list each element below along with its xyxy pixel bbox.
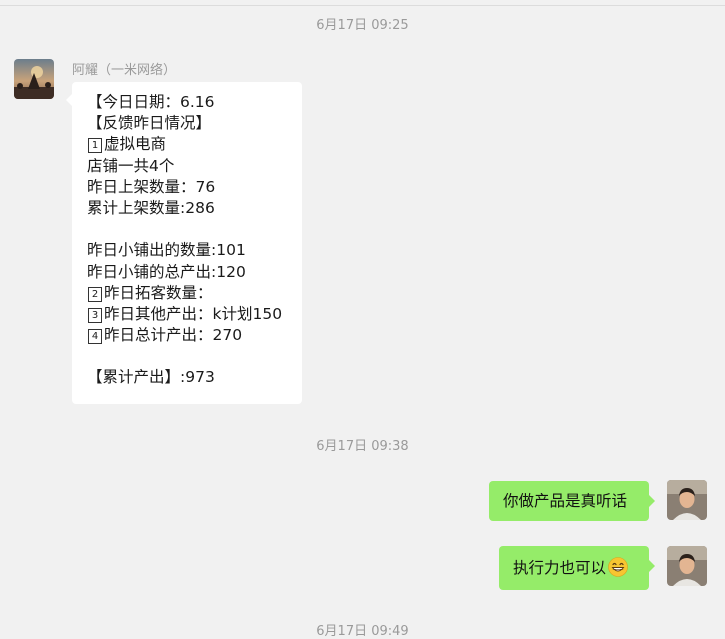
number-keycap-icon: 2 [88, 286, 102, 302]
message-text: 你做产品是真听话 [503, 492, 628, 510]
message-line-text: 店铺一共4个 [87, 156, 175, 175]
sender-avatar[interactable] [14, 59, 54, 99]
message-text: 【今日日期：6.16 【反馈昨日情况】 1 虚拟电商 店铺一共4个 昨日上架数量：76 累计… [87, 92, 294, 389]
message-line: 2 昨日拓客数量： [87, 283, 294, 304]
message-line-text: 昨日总计产出：270 [104, 326, 243, 345]
message-line-text: 【今日日期：6.16 [87, 93, 215, 111]
my-avatar[interactable] [667, 546, 707, 586]
message-line-text: 昨日小铺的总产出:120 [87, 262, 246, 281]
message-line [87, 346, 294, 367]
message-line: 店铺一共4个 [87, 156, 294, 177]
outgoing-message-bubble[interactable]: 你做产品是真听话 [489, 481, 655, 521]
message-line: 【反馈昨日情况】 [87, 113, 294, 134]
sender-name: 阿耀（一米网络） [72, 63, 177, 78]
message-line: 累计上架数量:286 [87, 198, 294, 219]
message-line-text: 【累计产出】:973 [87, 368, 215, 387]
message-line: 昨日小铺出的数量:101 [87, 240, 294, 261]
message-line-text: 昨日拓客数量： [104, 283, 213, 302]
top-divider [0, 5, 725, 6]
message-line: 4 昨日总计产出：270 [87, 325, 294, 346]
number-keycap-icon: 1 [88, 138, 102, 154]
message-line-text: 累计上架数量:286 [87, 198, 215, 217]
message-line: 【今日日期：6.16 [87, 92, 294, 113]
message-line-text: 昨日其他产出：k计划150 [104, 304, 283, 323]
message-text: 执行力也可以 [513, 559, 607, 577]
incoming-message-bubble[interactable]: 【今日日期：6.16 【反馈昨日情况】 1 虚拟电商 店铺一共4个 昨日上架数量：76 累计… [66, 82, 302, 404]
message-line: 3 昨日其他产出：k计划150 [87, 304, 294, 325]
timestamp: 6月17日 09:38 [316, 439, 409, 454]
message-line: 1 虚拟电商 [87, 134, 294, 155]
message-line: 【累计产出】:973 [87, 367, 294, 388]
message-line-text: 昨日小铺出的数量:101 [87, 241, 246, 260]
message-line: 昨日小铺的总产出:120 [87, 262, 294, 283]
message-line-text: 虚拟电商 [104, 135, 167, 154]
message-line-text: 昨日上架数量：76 [87, 177, 216, 196]
message-line: 昨日上架数量：76 [87, 177, 294, 198]
grin-emoji-icon [608, 550, 628, 577]
outgoing-message-bubble[interactable]: 执行力也可以 [499, 546, 655, 590]
my-avatar[interactable] [667, 480, 707, 520]
number-keycap-icon: 4 [88, 329, 102, 345]
timestamp: 6月17日 09:25 [316, 18, 409, 33]
message-line-text: 【反馈昨日情况】 [87, 114, 212, 133]
message-line [87, 219, 294, 240]
number-keycap-icon: 3 [88, 307, 102, 323]
